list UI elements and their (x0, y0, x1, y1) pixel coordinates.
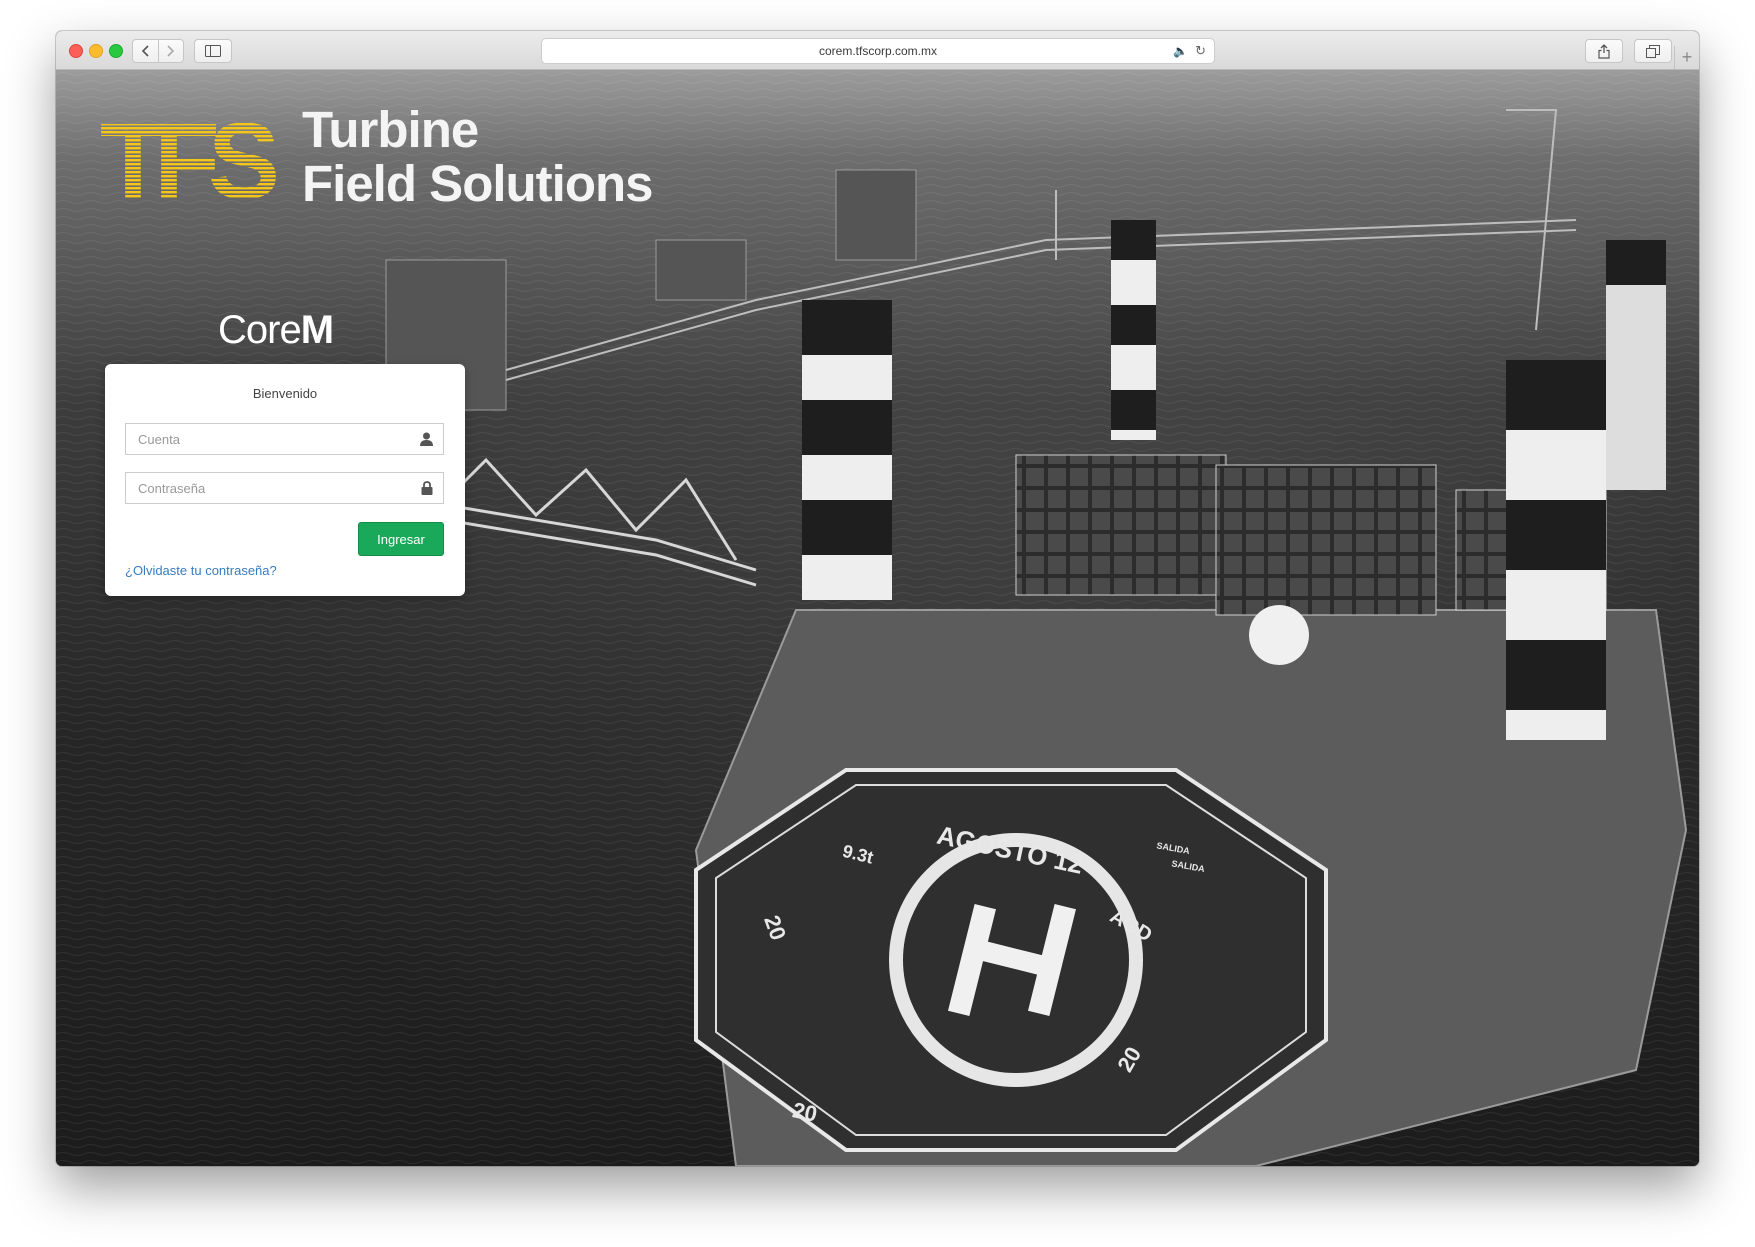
reload-icon[interactable]: ↻ (1195, 39, 1206, 63)
share-icon (1598, 43, 1610, 59)
forgot-password-link[interactable]: ¿Olvidaste tu contraseña? (125, 563, 277, 578)
forward-button[interactable] (157, 40, 184, 62)
login-card: Bienvenido Ingresar ¿Olvidaste tu contra… (105, 364, 465, 596)
browser-window: corem.tfscorp.com.mx 🔈 ↻ + AGOSTO 12 9.3… (56, 31, 1699, 1166)
brand-line-1: Turbine (302, 101, 479, 158)
url-text: corem.tfscorp.com.mx (818, 44, 938, 58)
browser-toolbar: corem.tfscorp.com.mx 🔈 ↻ + (56, 31, 1699, 70)
history-nav (132, 39, 184, 63)
address-bar[interactable]: corem.tfscorp.com.mx 🔈 ↻ (541, 38, 1215, 64)
tfs-logo-mark: TFS (100, 100, 288, 221)
minimize-window-button[interactable] (89, 44, 103, 58)
account-field[interactable] (125, 423, 444, 455)
welcome-heading: Bienvenido (252, 386, 318, 401)
share-button[interactable] (1585, 39, 1623, 63)
back-button[interactable] (133, 40, 158, 62)
account-input[interactable] (126, 424, 420, 454)
maximize-window-button[interactable] (109, 44, 123, 58)
app-title: CoreM (218, 308, 334, 353)
lock-icon (421, 481, 433, 495)
logo-letters: TFS (100, 103, 276, 203)
sidebar-toggle-button[interactable] (194, 39, 232, 63)
tfs-logo: TFS (96, 100, 296, 221)
app-title-bold: M (300, 308, 334, 352)
brand-name: Turbine Field Solutions (302, 103, 653, 211)
login-button[interactable]: Ingresar (358, 522, 444, 556)
user-icon (420, 432, 433, 446)
show-tabs-button[interactable] (1634, 39, 1672, 63)
chevron-right-icon (167, 45, 174, 57)
tabs-icon (1646, 44, 1660, 58)
helideck-number-label: 20 (790, 1097, 819, 1127)
password-input[interactable] (126, 473, 420, 503)
close-window-button[interactable] (69, 44, 83, 58)
chevron-left-icon (142, 45, 149, 57)
app-title-light: Core (218, 308, 302, 352)
page-content: AGOSTO 12 9.3t AGD 20 20 20 SALIDA SALID… (56, 70, 1699, 1166)
password-field[interactable] (125, 472, 444, 504)
offshore-platform-photo: AGOSTO 12 9.3t AGD 20 20 20 SALIDA SALID… (56, 70, 1699, 1166)
new-tab-button[interactable]: + (1674, 46, 1699, 69)
speaker-icon[interactable]: 🔈 (1173, 39, 1188, 63)
sidebar-icon (205, 45, 221, 57)
brand-line-2: Field Solutions (302, 155, 653, 212)
